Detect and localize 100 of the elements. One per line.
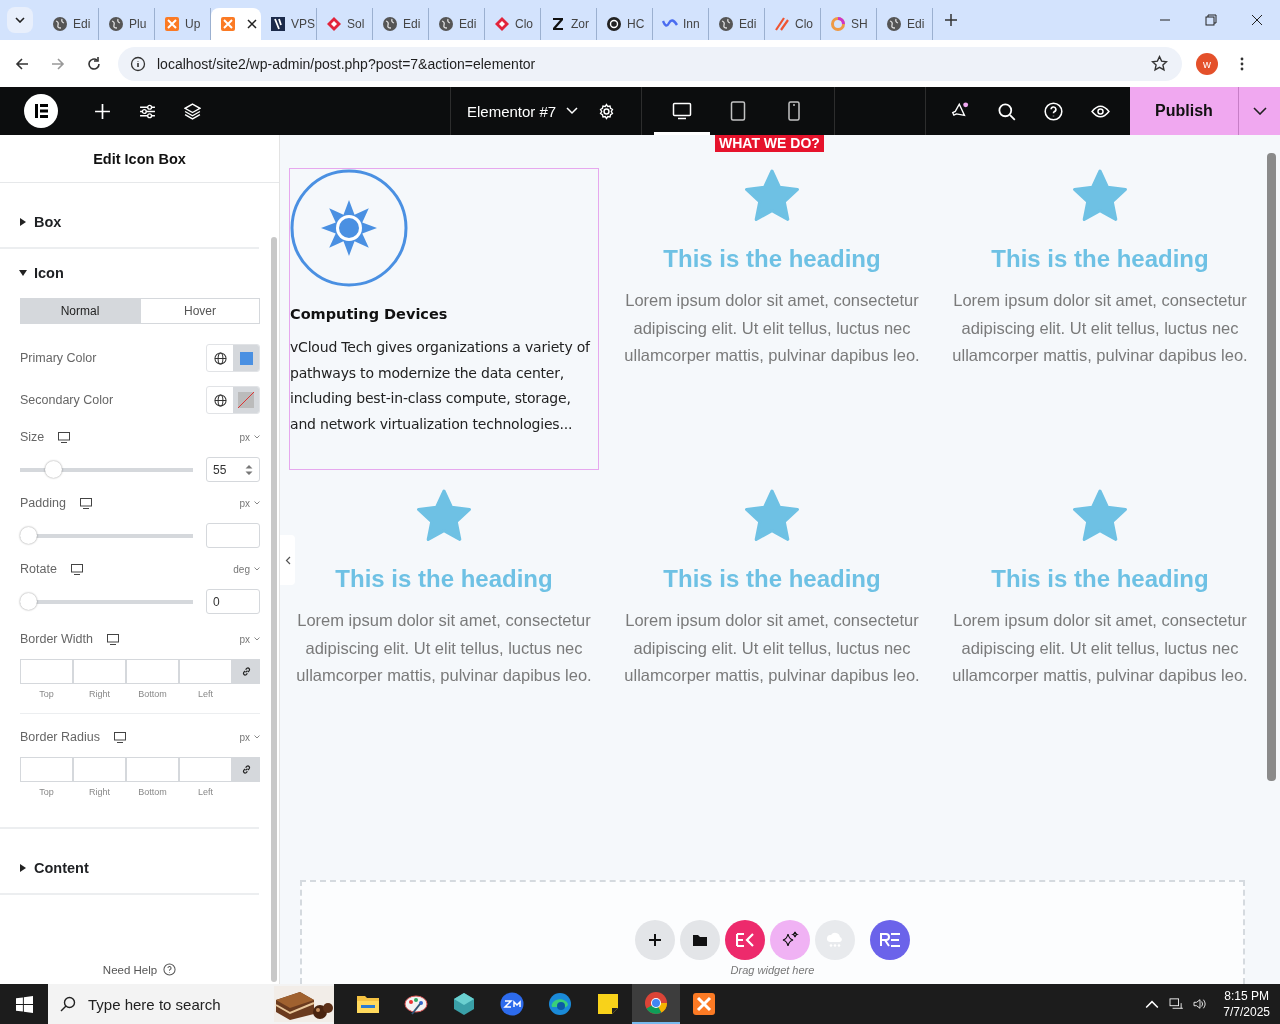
icon-box-widget[interactable]: This is the heading Lorem ipsum dolor sit amet, consectetur adipiscing elit. Ut elit tellus, luctus nec ullamcorper mattis, pulvinar dapibus leo.	[945, 168, 1255, 470]
control-label: Primary Color	[20, 351, 97, 365]
unit-selector[interactable]: px	[239, 633, 260, 645]
close-icon[interactable]	[1251, 14, 1263, 26]
number-field[interactable]: 0	[206, 589, 260, 614]
desktop-icon[interactable]	[106, 633, 119, 645]
desktop-icon[interactable]	[58, 431, 71, 443]
unit-selector[interactable]: px	[239, 431, 260, 443]
slider-handle[interactable]	[20, 526, 37, 544]
restore-icon[interactable]	[1205, 14, 1217, 26]
dimension-field[interactable]	[20, 757, 73, 782]
reload-icon[interactable]	[86, 55, 102, 72]
globe-icon	[213, 351, 227, 365]
number-field[interactable]: 55	[206, 457, 260, 482]
link-values-button[interactable]	[232, 757, 260, 782]
help-icon[interactable]	[163, 963, 177, 976]
address-field[interactable]: localhost/site2/wp-admin/post.php?post=7&action=elementor	[118, 46, 1182, 81]
globe-icon	[213, 393, 227, 407]
start-icon[interactable]	[16, 995, 33, 1013]
wave-browser-icon	[548, 992, 572, 1016]
settings-icon[interactable]	[598, 102, 616, 120]
search-icon[interactable]	[997, 101, 1016, 121]
settings-sliders-icon[interactable]	[139, 102, 156, 120]
dimension-label: Right	[89, 689, 110, 699]
desktop-icon[interactable]	[70, 563, 83, 575]
stepper-icon[interactable]	[245, 463, 253, 476]
control-label: Size	[20, 430, 45, 444]
slider-handle[interactable]	[44, 460, 62, 478]
video-call-icon	[500, 992, 524, 1016]
new-tab-icon[interactable]	[945, 14, 957, 26]
clock-time[interactable]: 8:15 PM	[1224, 988, 1269, 1004]
elementor-logo-icon[interactable]	[24, 94, 58, 128]
document-menu-button[interactable]: Elementor #7	[467, 102, 579, 120]
diamond-icon	[494, 16, 510, 32]
unit-selector[interactable]: deg	[233, 563, 260, 575]
section-header[interactable]: Content	[0, 829, 259, 893]
state-tab[interactable]: Normal	[20, 298, 140, 324]
diamond-icon	[326, 16, 342, 32]
color-swatch[interactable]	[233, 387, 259, 413]
caret-icon	[20, 218, 26, 226]
drop-zone[interactable]: Drag widget here	[300, 880, 1245, 984]
dimension-field[interactable]	[179, 757, 232, 782]
dimension-field[interactable]	[73, 659, 126, 684]
box-text: Lorem ipsum dolor sit amet, consectetur adipiscing elit. Ut elit tellus, luctus nec ullamcorper mattis, pulvinar dapibus leo.	[951, 610, 1249, 686]
dimension-label: Bottom	[138, 689, 167, 699]
section-header[interactable]: Box	[0, 183, 259, 247]
dimension-field[interactable]	[20, 659, 73, 684]
letters-logo-icon	[879, 933, 901, 947]
search-icon	[60, 996, 76, 1012]
unit-selector[interactable]: px	[239, 497, 260, 509]
desktop-icon[interactable]	[79, 497, 92, 509]
layers-icon[interactable]	[184, 102, 201, 120]
tab-list-button[interactable]	[7, 7, 33, 33]
template-library-button[interactable]	[680, 920, 720, 960]
help-link[interactable]: Need Help	[102, 963, 158, 976]
dimension-label: Left	[198, 689, 213, 699]
dimension-field[interactable]	[179, 659, 232, 684]
dimension-field[interactable]	[73, 757, 126, 782]
control-label: Secondary Color	[20, 393, 114, 407]
addon-logo-button[interactable]	[870, 920, 910, 960]
state-tab[interactable]: Hover	[140, 298, 260, 324]
number-field[interactable]	[206, 523, 260, 548]
icon-box-widget[interactable]: This is the heading Lorem ipsum dolor sit amet, consectetur adipiscing elit. Ut elit tellus, luctus nec ullamcorper mattis, pulvinar dapibus leo.	[945, 488, 1255, 790]
publish-button[interactable]: Publish	[1130, 87, 1238, 135]
search-field[interactable]: Type here to search	[48, 984, 334, 1024]
desktop-icon[interactable]	[113, 731, 126, 743]
link-values-button[interactable]	[232, 659, 260, 684]
info-icon	[130, 55, 146, 72]
kit-button[interactable]	[725, 920, 765, 960]
ai-sparkle-button[interactable]	[770, 920, 810, 960]
icon-box-widget[interactable]: Computing Devices vCloud Tech gives organizations a variety of pathways to modernize the data center, including best-in-class compute, storage, and network virtualization technologies...	[289, 168, 599, 470]
scrollbar[interactable]	[271, 237, 277, 982]
section-header[interactable]: Icon	[0, 249, 259, 298]
dimension-field[interactable]	[126, 659, 179, 684]
icon-box-widget[interactable]: This is the heading Lorem ipsum dolor sit amet, consectetur adipiscing elit. Ut elit tellus, luctus nec ullamcorper mattis, pulvinar dapibus leo.	[289, 488, 599, 790]
volume-icon[interactable]	[1193, 998, 1208, 1010]
close-icon[interactable]	[247, 19, 257, 29]
unit-selector[interactable]: px	[239, 731, 260, 743]
bookmark-star-icon[interactable]	[1151, 55, 1168, 72]
icon-box-widget[interactable]: This is the heading Lorem ipsum dolor sit amet, consectetur adipiscing elit. Ut elit tellus, luctus nec ullamcorper mattis, pulvinar dapibus leo.	[617, 488, 927, 790]
icon-box-widget[interactable]: This is the heading Lorem ipsum dolor sit amet, consectetur adipiscing elit. Ut elit tellus, luctus nec ullamcorper mattis, pulvinar dapibus leo.	[617, 168, 927, 470]
forward-icon[interactable]	[50, 55, 66, 72]
add-icon[interactable]	[94, 102, 111, 120]
slider-handle[interactable]	[20, 592, 37, 610]
clock-date[interactable]: 7/7/2025	[1223, 1004, 1270, 1020]
scrollbar[interactable]	[1267, 153, 1276, 781]
caret-icon	[566, 107, 579, 115]
profile-avatar[interactable]: w	[1196, 52, 1218, 75]
star-icon	[1072, 169, 1128, 223]
taskbar-button[interactable]	[632, 984, 680, 1024]
box-heading: This is the heading	[990, 245, 1210, 273]
chevron-up-icon[interactable]	[1145, 998, 1160, 1010]
color-swatch[interactable]	[233, 345, 259, 371]
add-section-button[interactable]	[635, 920, 675, 960]
network-icon[interactable]	[1169, 998, 1184, 1010]
control-label: Rotate	[20, 562, 57, 576]
dimension-field[interactable]	[126, 757, 179, 782]
back-icon[interactable]	[14, 55, 30, 72]
dimension-label: Top	[39, 787, 54, 797]
tablet-icon	[730, 101, 747, 121]
